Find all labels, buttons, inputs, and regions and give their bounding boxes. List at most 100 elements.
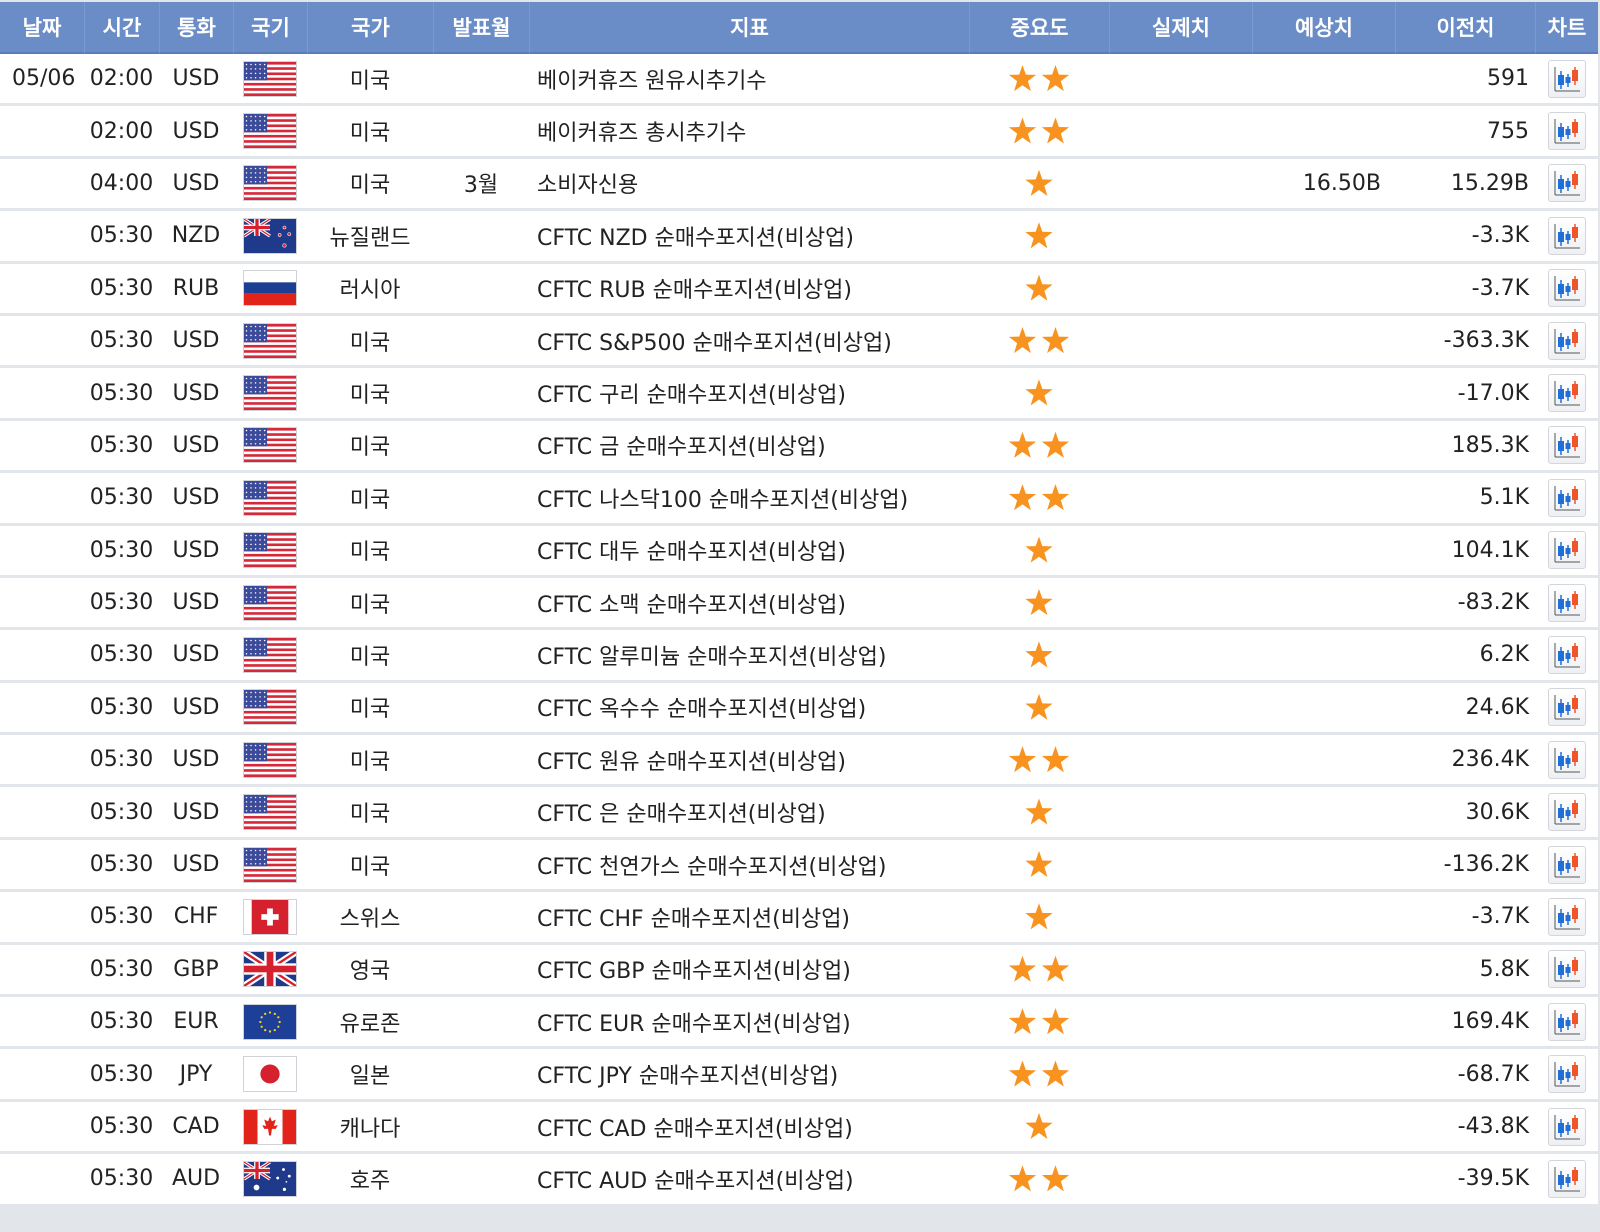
cell-month <box>433 473 529 526</box>
cell-time: 05:30 <box>84 682 159 736</box>
cell-date <box>0 787 84 840</box>
header-date[interactable]: 날짜 <box>0 2 84 54</box>
table-row[interactable]: 05:30 USD 미국 CFTC 옥수수 순매수포지션(비상업) 24.6K <box>0 682 1598 736</box>
table-row[interactable]: 05:30 CAD 캐나다 CFTC CAD 순매수포지션(비상업) -43.8K <box>0 1101 1598 1155</box>
cell-indicator[interactable]: 소비자신용 <box>529 158 969 212</box>
header-previous[interactable]: 이전치 <box>1395 2 1535 54</box>
cell-previous: -68.7K <box>1395 1049 1535 1102</box>
chart-button[interactable] <box>1547 269 1586 308</box>
chart-button[interactable] <box>1547 426 1586 465</box>
cell-indicator[interactable]: CFTC RUB 순매수포지션(비상업) <box>529 263 969 316</box>
star-icon <box>1041 117 1070 144</box>
importance-stars <box>1008 1060 1070 1089</box>
header-month[interactable]: 발표월 <box>433 2 529 54</box>
table-row[interactable]: 05:30 JPY 일본 CFTC JPY 순매수포지션(비상업) -68.7K <box>0 1049 1598 1102</box>
cell-time: 05:30 <box>84 997 159 1050</box>
chart-button[interactable] <box>1547 164 1586 203</box>
star-icon <box>1008 1165 1037 1192</box>
table-row[interactable]: 05:30 USD 미국 CFTC 금 순매수포지션(비상업) 185.3K <box>0 420 1598 474</box>
chart-button[interactable] <box>1547 1002 1586 1041</box>
table-row[interactable]: 05:30 USD 미국 CFTC 은 순매수포지션(비상업) 30.6K <box>0 787 1598 840</box>
header-currency[interactable]: 통화 <box>159 2 233 54</box>
chart-button[interactable] <box>1547 478 1586 517</box>
table-row[interactable]: 05:30 USD 미국 CFTC 소맥 순매수포지션(비상업) -83.2K <box>0 577 1598 631</box>
cell-forecast <box>1252 211 1395 264</box>
chart-button[interactable] <box>1547 583 1586 622</box>
table-row[interactable]: 05:30 USD 미국 CFTC 천연가스 순매수포지션(비상업) -136.2K <box>0 839 1598 893</box>
cell-importance <box>969 735 1109 788</box>
cell-indicator[interactable]: CFTC AUD 순매수포지션(비상업) <box>529 1154 969 1207</box>
cell-month <box>433 1154 529 1207</box>
header-country[interactable]: 국가 <box>307 2 433 54</box>
chart-button[interactable] <box>1547 897 1586 936</box>
cell-indicator[interactable]: CFTC 은 순매수포지션(비상업) <box>529 787 969 840</box>
table-row[interactable]: 05:30 GBP 영국 CFTC GBP 순매수포지션(비상업) 5.8K <box>0 944 1598 998</box>
cell-indicator[interactable]: CFTC NZD 순매수포지션(비상업) <box>529 211 969 264</box>
header-row: 날짜 시간 통화 국기 국가 발표월 지표 중요도 실제치 예상치 이전치 차트 <box>0 2 1598 54</box>
cell-country: 러시아 <box>307 263 433 316</box>
cell-actual <box>1109 682 1252 736</box>
cell-indicator[interactable]: CFTC S&P500 순매수포지션(비상업) <box>529 315 969 369</box>
chart-button[interactable] <box>1547 59 1586 98</box>
cell-date <box>0 263 84 316</box>
cell-indicator[interactable]: CFTC JPY 순매수포지션(비상업) <box>529 1049 969 1102</box>
header-forecast[interactable]: 예상치 <box>1252 2 1395 54</box>
cell-indicator[interactable]: 베이커휴즈 총시추기수 <box>529 106 969 159</box>
cell-indicator[interactable]: CFTC EUR 순매수포지션(비상업) <box>529 997 969 1050</box>
table-row[interactable]: 05:30 CHF 스위스 CFTC CHF 순매수포지션(비상업) -3.7K <box>0 892 1598 945</box>
importance-stars <box>1025 536 1054 565</box>
chart-button[interactable] <box>1547 740 1586 779</box>
cell-month <box>433 892 529 945</box>
chart-button[interactable] <box>1547 635 1586 674</box>
chart-button[interactable] <box>1547 216 1586 255</box>
table-row[interactable]: 05:30 AUD 호주 CFTC AUD 순매수포지션(비상업) -39.5K <box>0 1154 1598 1207</box>
cell-indicator[interactable]: 베이커휴즈 원유시추기수 <box>529 54 969 107</box>
cell-indicator[interactable]: CFTC CHF 순매수포지션(비상업) <box>529 892 969 945</box>
header-flag[interactable]: 국기 <box>233 2 307 54</box>
table-row[interactable]: 05:30 EUR 유로존 CFTC EUR 순매수포지션(비상업) 169.4K <box>0 997 1598 1050</box>
star-icon <box>1041 1165 1070 1192</box>
table-row[interactable]: 05:30 USD 미국 CFTC 알루미늄 순매수포지션(비상업) 6.2K <box>0 630 1598 683</box>
cell-indicator[interactable]: CFTC 천연가스 순매수포지션(비상업) <box>529 839 969 893</box>
table-row[interactable]: 05:30 USD 미국 CFTC 구리 순매수포지션(비상업) -17.0K <box>0 368 1598 421</box>
chart-button[interactable] <box>1547 950 1586 989</box>
cell-indicator[interactable]: CFTC 대두 순매수포지션(비상업) <box>529 525 969 578</box>
header-actual[interactable]: 실제치 <box>1109 2 1252 54</box>
cell-date <box>0 1154 84 1207</box>
table-row[interactable]: 05/06 02:00 USD 미국 베이커휴즈 원유시추기수 591 <box>0 54 1598 107</box>
table-row[interactable]: 05:30 NZD 뉴질랜드 CFTC NZD 순매수포지션(비상업) -3.3K <box>0 211 1598 264</box>
cell-previous: 591 <box>1395 54 1535 107</box>
chart-button[interactable] <box>1547 531 1586 570</box>
table-row[interactable]: 05:30 RUB 러시아 CFTC RUB 순매수포지션(비상업) -3.7K <box>0 263 1598 316</box>
cell-indicator[interactable]: CFTC 원유 순매수포지션(비상업) <box>529 735 969 788</box>
chart-button[interactable] <box>1547 845 1586 884</box>
chart-button[interactable] <box>1547 688 1586 727</box>
chart-button[interactable] <box>1547 112 1586 151</box>
us-flag-icon <box>243 375 297 412</box>
table-row[interactable]: 02:00 USD 미국 베이커휴즈 총시추기수 755 <box>0 106 1598 159</box>
table-row[interactable]: 05:30 USD 미국 CFTC 대두 순매수포지션(비상업) 104.1K <box>0 525 1598 578</box>
cell-indicator[interactable]: CFTC 소맥 순매수포지션(비상업) <box>529 577 969 631</box>
table-row[interactable]: 04:00 USD 미국 3월 소비자신용 16.50B 15.29B <box>0 158 1598 212</box>
chart-button[interactable] <box>1547 793 1586 832</box>
cell-flag <box>233 263 307 316</box>
header-chart[interactable]: 차트 <box>1535 2 1598 54</box>
cell-indicator[interactable]: CFTC 나스닥100 순매수포지션(비상업) <box>529 473 969 526</box>
chart-button[interactable] <box>1547 1107 1586 1146</box>
table-row[interactable]: 05:30 USD 미국 CFTC 원유 순매수포지션(비상업) 236.4K <box>0 735 1598 788</box>
cell-indicator[interactable]: CFTC CAD 순매수포지션(비상업) <box>529 1101 969 1155</box>
table-row[interactable]: 05:30 USD 미국 CFTC 나스닥100 순매수포지션(비상업) 5.1K <box>0 473 1598 526</box>
header-importance[interactable]: 중요도 <box>969 2 1109 54</box>
cell-indicator[interactable]: CFTC GBP 순매수포지션(비상업) <box>529 944 969 998</box>
cell-indicator[interactable]: CFTC 알루미늄 순매수포지션(비상업) <box>529 630 969 683</box>
chart-button[interactable] <box>1547 1055 1586 1094</box>
chart-button[interactable] <box>1547 374 1586 413</box>
cell-indicator[interactable]: CFTC 금 순매수포지션(비상업) <box>529 420 969 474</box>
cell-indicator[interactable]: CFTC 구리 순매수포지션(비상업) <box>529 368 969 421</box>
cell-indicator[interactable]: CFTC 옥수수 순매수포지션(비상업) <box>529 682 969 736</box>
chart-button[interactable] <box>1547 1159 1586 1198</box>
header-indicator[interactable]: 지표 <box>529 2 969 54</box>
table-row[interactable]: 05:30 USD 미국 CFTC S&P500 순매수포지션(비상업) -363.3K <box>0 315 1598 369</box>
header-time[interactable]: 시간 <box>84 2 159 54</box>
chart-button[interactable] <box>1547 321 1586 360</box>
